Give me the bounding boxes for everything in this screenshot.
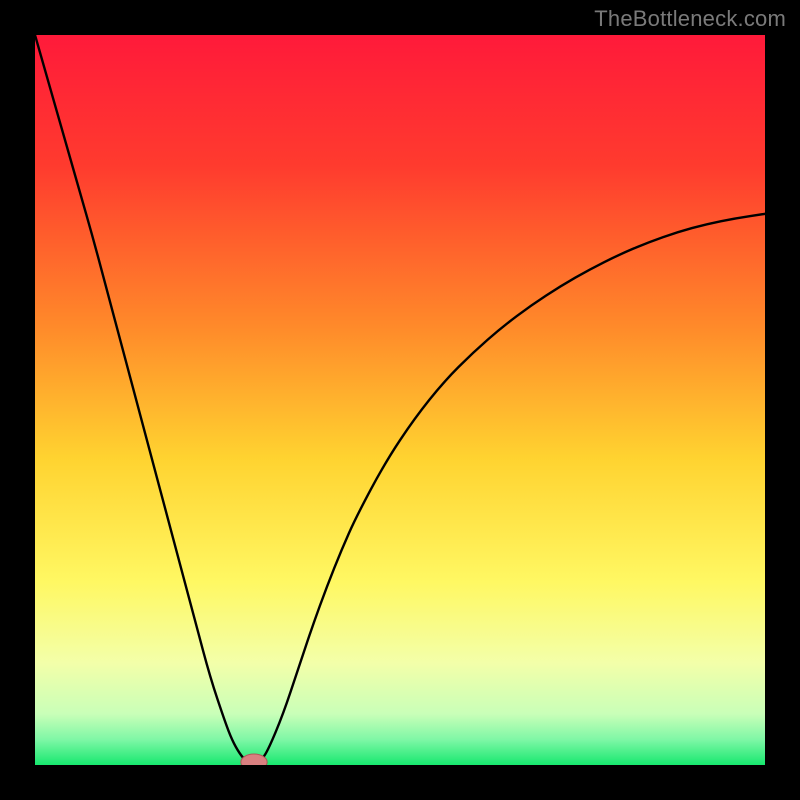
plot-area bbox=[35, 35, 765, 765]
chart-frame: TheBottleneck.com bbox=[0, 0, 800, 800]
watermark-text: TheBottleneck.com bbox=[594, 6, 786, 32]
chart-svg bbox=[35, 35, 765, 765]
gradient-rect bbox=[35, 35, 765, 765]
